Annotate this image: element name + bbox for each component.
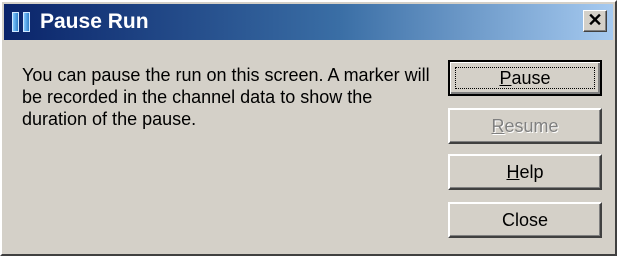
pause-icon-left-bar xyxy=(12,12,19,32)
help-label-post: elp xyxy=(519,162,544,182)
close-glyph: ✕ xyxy=(587,10,603,30)
dialog-message: You can pause the run on this screen. A … xyxy=(22,65,430,129)
pause-button[interactable]: Pause xyxy=(448,60,602,96)
resume-button[interactable]: Resume xyxy=(448,108,602,144)
resume-label-post: esume xyxy=(504,116,559,136)
help-label-mnemonic: H xyxy=(506,162,520,182)
focus-rectangle xyxy=(455,67,595,89)
close-label: Close xyxy=(501,210,549,230)
pause-run-dialog: Pause Run ✕ You can pause the run on thi… xyxy=(0,0,617,256)
close-icon[interactable]: ✕ xyxy=(583,10,607,32)
pause-icon xyxy=(12,12,32,32)
dialog-title: Pause Run xyxy=(40,10,149,33)
resume-label-mnemonic: R xyxy=(491,116,505,136)
pause-icon-right-bar xyxy=(23,12,30,32)
close-button[interactable]: Close xyxy=(448,202,602,238)
title-bar[interactable]: Pause Run ✕ xyxy=(4,4,613,40)
help-button[interactable]: Help xyxy=(448,154,602,190)
